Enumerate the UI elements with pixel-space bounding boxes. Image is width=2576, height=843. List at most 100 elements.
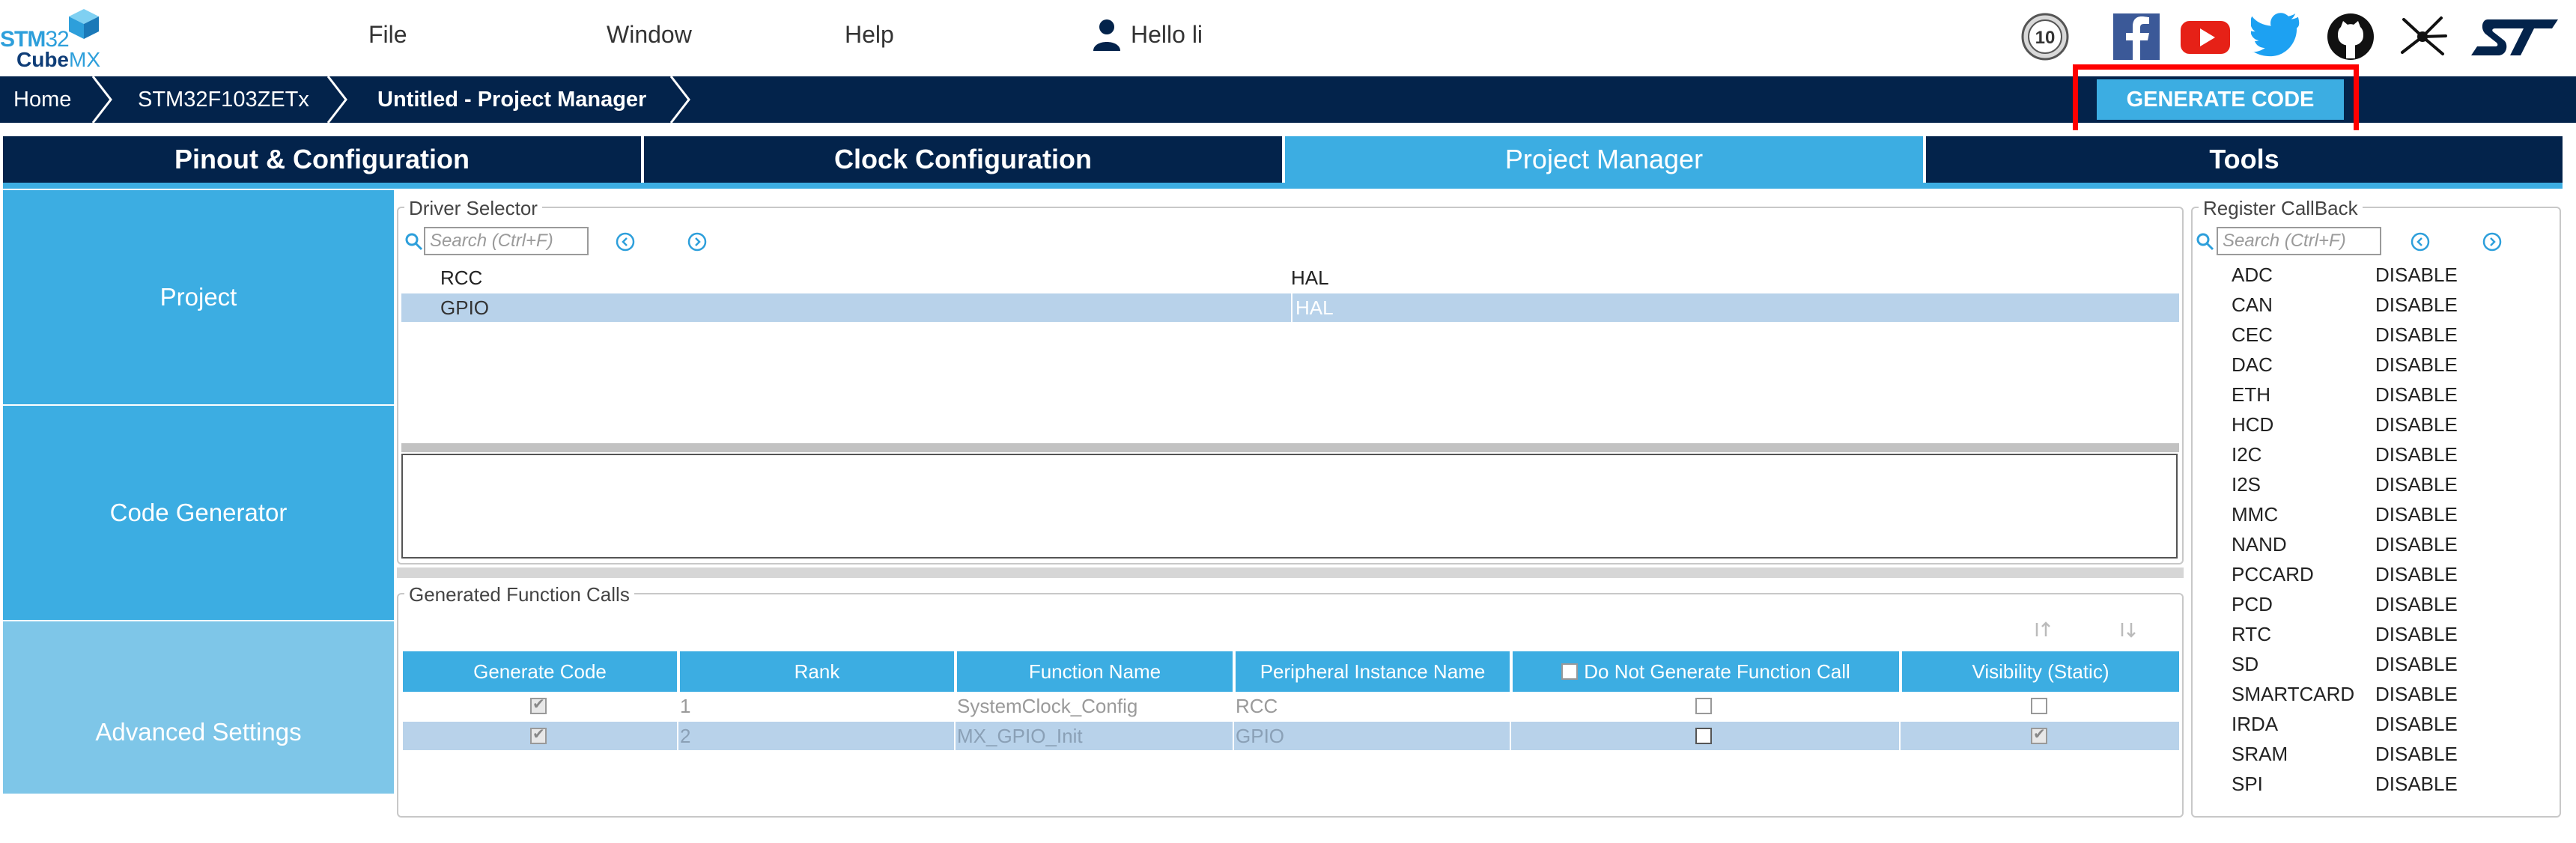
callback-search-input[interactable]: Search (Ctrl+F)	[2217, 227, 2381, 255]
do-not-generate-checkbox[interactable]	[1695, 698, 1712, 714]
st-logo-icon[interactable]	[2465, 10, 2563, 63]
instance-cell: GPIO	[1236, 725, 1285, 747]
callback-value[interactable]: DISABLE	[2375, 683, 2458, 706]
callback-value[interactable]: DISABLE	[2375, 653, 2458, 676]
sort-down-icon[interactable]	[2116, 620, 2139, 639]
callback-value[interactable]: DISABLE	[2375, 443, 2458, 466]
chevron-right-icon[interactable]	[687, 231, 708, 252]
callback-name: ETH	[2232, 383, 2270, 406]
callback-name: RTC	[2232, 623, 2271, 645]
callback-name: CAN	[2232, 293, 2273, 316]
callback-name: IRDA	[2232, 713, 2279, 735]
table-header-do-not-generate[interactable]: Do Not Generate Function Call	[1513, 651, 1899, 692]
instance-cell: RCC	[1236, 695, 1278, 717]
driver-description-area	[401, 454, 2178, 559]
callback-name: SD	[2232, 653, 2259, 675]
visibility-checkbox[interactable]	[2031, 698, 2047, 714]
callback-value[interactable]: DISABLE	[2375, 413, 2458, 436]
callback-value[interactable]: DISABLE	[2375, 533, 2458, 556]
table-header-function-name[interactable]: Function Name	[957, 651, 1233, 692]
callback-value[interactable]: DISABLE	[2375, 353, 2458, 377]
callback-name: MMC	[2232, 503, 2279, 526]
chevron-left-icon[interactable]	[2410, 231, 2431, 252]
sidebar-item-advanced-settings[interactable]: Advanced Settings	[3, 621, 394, 794]
tab-clock-configuration[interactable]: Clock Configuration	[644, 136, 1282, 183]
function-name-cell: MX_GPIO_Init	[957, 725, 1083, 747]
menu-window[interactable]: Window	[607, 21, 692, 49]
generate-code-checkbox[interactable]	[530, 725, 547, 744]
table-header-peripheral-instance[interactable]: Peripheral Instance Name	[1236, 651, 1510, 692]
menu-help[interactable]: Help	[845, 21, 894, 49]
splitter[interactable]	[401, 443, 2179, 452]
list-item[interactable]: RCC HAL	[401, 264, 2179, 292]
search-icon	[405, 233, 423, 251]
breadcrumb-project[interactable]: Untitled - Project Manager	[377, 76, 646, 123]
sidebar-item-label: Code Generator	[109, 499, 288, 526]
anniversary-10-badge-icon[interactable]: 10	[2019, 10, 2071, 63]
driver-value[interactable]: HAL	[1291, 293, 1334, 322]
callback-value[interactable]: DISABLE	[2375, 503, 2458, 526]
tab-pinout-configuration[interactable]: Pinout & Configuration	[3, 136, 641, 183]
chevron-left-icon[interactable]	[615, 231, 636, 252]
callback-value[interactable]: DISABLE	[2375, 473, 2458, 496]
github-icon[interactable]	[2324, 10, 2377, 63]
panel-divider[interactable]	[397, 567, 2184, 578]
search-icon	[2196, 233, 2214, 251]
callback-value[interactable]: DISABLE	[2375, 563, 2458, 586]
tab-tools[interactable]: Tools	[1926, 136, 2563, 183]
callback-value[interactable]: DISABLE	[2375, 743, 2458, 766]
callback-value[interactable]: DISABLE	[2375, 773, 2458, 796]
menu-file[interactable]: File	[368, 21, 407, 49]
header-label: Do Not Generate Function Call	[1584, 660, 1850, 683]
visibility-checkbox[interactable]	[2031, 725, 2047, 744]
driver-name: RCC	[440, 267, 483, 289]
table-row[interactable]	[403, 722, 2179, 750]
driver-search-input[interactable]: Search (Ctrl+F)	[424, 227, 589, 255]
column-separator	[954, 692, 956, 752]
generate-code-checkbox[interactable]	[530, 695, 547, 714]
callback-value[interactable]: DISABLE	[2375, 623, 2458, 646]
network-share-icon[interactable]	[2396, 10, 2449, 63]
callback-name: NAND	[2232, 533, 2287, 556]
callback-name: SMARTCARD	[2232, 683, 2355, 705]
tab-project-manager[interactable]: Project Manager	[1285, 136, 1923, 183]
sidebar-item-code-generator[interactable]: Code Generator	[3, 406, 394, 620]
callback-value[interactable]: DISABLE	[2375, 293, 2458, 317]
column-separator	[1233, 692, 1234, 752]
list-item[interactable]: GPIO HAL	[401, 293, 2179, 322]
header-checkbox[interactable]	[1561, 663, 1579, 681]
callback-value[interactable]: DISABLE	[2375, 323, 2458, 347]
callback-name: I2S	[2232, 473, 2261, 496]
callback-value[interactable]: DISABLE	[2375, 264, 2458, 287]
callback-name: HCD	[2232, 413, 2274, 436]
callback-name: PCD	[2232, 593, 2273, 615]
rank-cell: 2	[680, 725, 691, 747]
breadcrumb-separator-icon	[326, 76, 347, 123]
callback-value[interactable]: DISABLE	[2375, 593, 2458, 616]
table-header-rank[interactable]: Rank	[680, 651, 954, 692]
twitter-icon[interactable]	[2251, 10, 2303, 63]
rank-cell: 1	[680, 695, 691, 717]
youtube-icon[interactable]	[2179, 10, 2232, 63]
sort-up-icon[interactable]	[2031, 620, 2053, 639]
breadcrumb-separator-icon	[669, 76, 690, 123]
breadcrumb-mcu[interactable]: STM32F103ZETx	[138, 76, 309, 123]
callback-value[interactable]: DISABLE	[2375, 713, 2458, 736]
stm32cubemx-logo: STM32 CubeMX	[0, 4, 105, 72]
column-separator	[1510, 692, 1511, 752]
driver-value[interactable]: HAL	[1291, 264, 1329, 292]
chevron-right-icon[interactable]	[2482, 231, 2503, 252]
table-header-visibility[interactable]: Visibility (Static)	[1902, 651, 2179, 692]
table-header-generate-code[interactable]: Generate Code	[403, 651, 677, 692]
cube-logo-icon	[69, 9, 99, 39]
callback-value[interactable]: DISABLE	[2375, 383, 2458, 407]
driver-name: GPIO	[440, 296, 490, 319]
breadcrumb-home[interactable]: Home	[13, 76, 71, 123]
do-not-generate-checkbox[interactable]	[1695, 728, 1712, 744]
table-row[interactable]	[403, 692, 2179, 720]
callback-name: SPI	[2232, 773, 2263, 795]
driver-selector-title: Driver Selector	[404, 197, 542, 220]
callback-name: DAC	[2232, 353, 2273, 376]
facebook-icon[interactable]	[2110, 10, 2163, 63]
sidebar-item-project[interactable]: Project	[3, 190, 394, 404]
